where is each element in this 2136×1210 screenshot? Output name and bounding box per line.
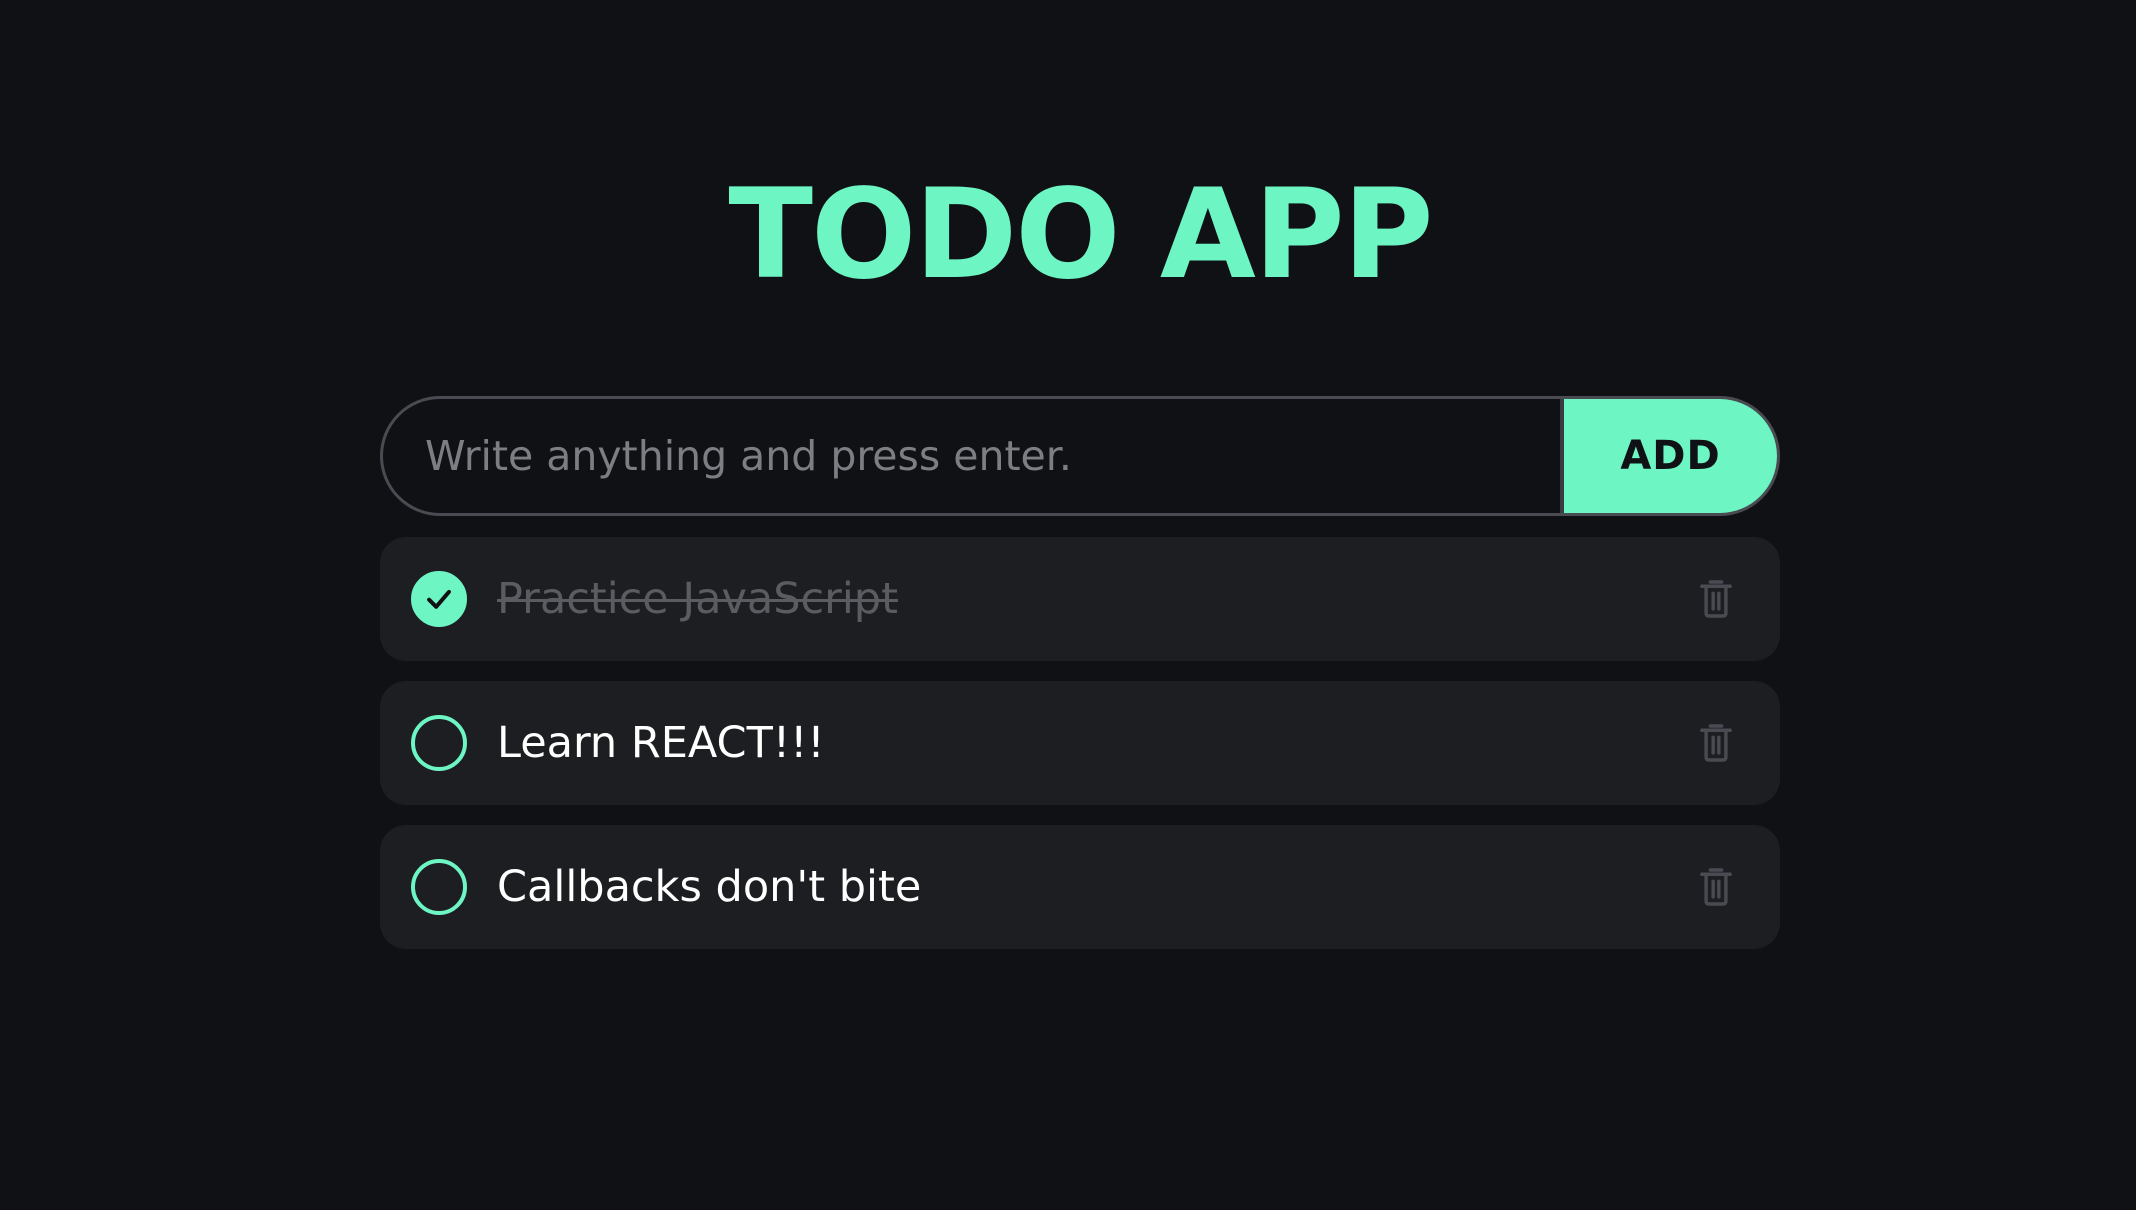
todo-item: Learn REACT!!! — [380, 681, 1780, 805]
todo-text: Learn REACT!!! — [497, 718, 825, 768]
add-todo-form: ADD — [380, 396, 1780, 516]
todo-text: Practice JavaScript — [497, 574, 898, 624]
todo-item: Callbacks don't bite — [380, 825, 1780, 949]
delete-button[interactable] — [1696, 579, 1736, 619]
trash-icon — [1700, 724, 1732, 762]
todo-list: Practice JavaScript Learn REACT!!! Callb… — [380, 537, 1780, 969]
todo-checkbox[interactable] — [411, 859, 467, 915]
add-button[interactable]: ADD — [1560, 399, 1777, 513]
checkmark-icon — [427, 589, 451, 609]
trash-icon — [1700, 580, 1732, 618]
delete-button[interactable] — [1696, 723, 1736, 763]
todo-checkbox[interactable] — [411, 715, 467, 771]
trash-icon — [1700, 868, 1732, 906]
todo-text: Callbacks don't bite — [497, 862, 922, 912]
page-title: TODO APP — [728, 163, 1433, 307]
delete-button[interactable] — [1696, 867, 1736, 907]
todo-checkbox[interactable] — [411, 571, 467, 627]
todo-item: Practice JavaScript — [380, 537, 1780, 661]
todo-input[interactable] — [383, 399, 1560, 513]
todo-app: TODO APP ADD Practice JavaScript — [380, 0, 1780, 1210]
